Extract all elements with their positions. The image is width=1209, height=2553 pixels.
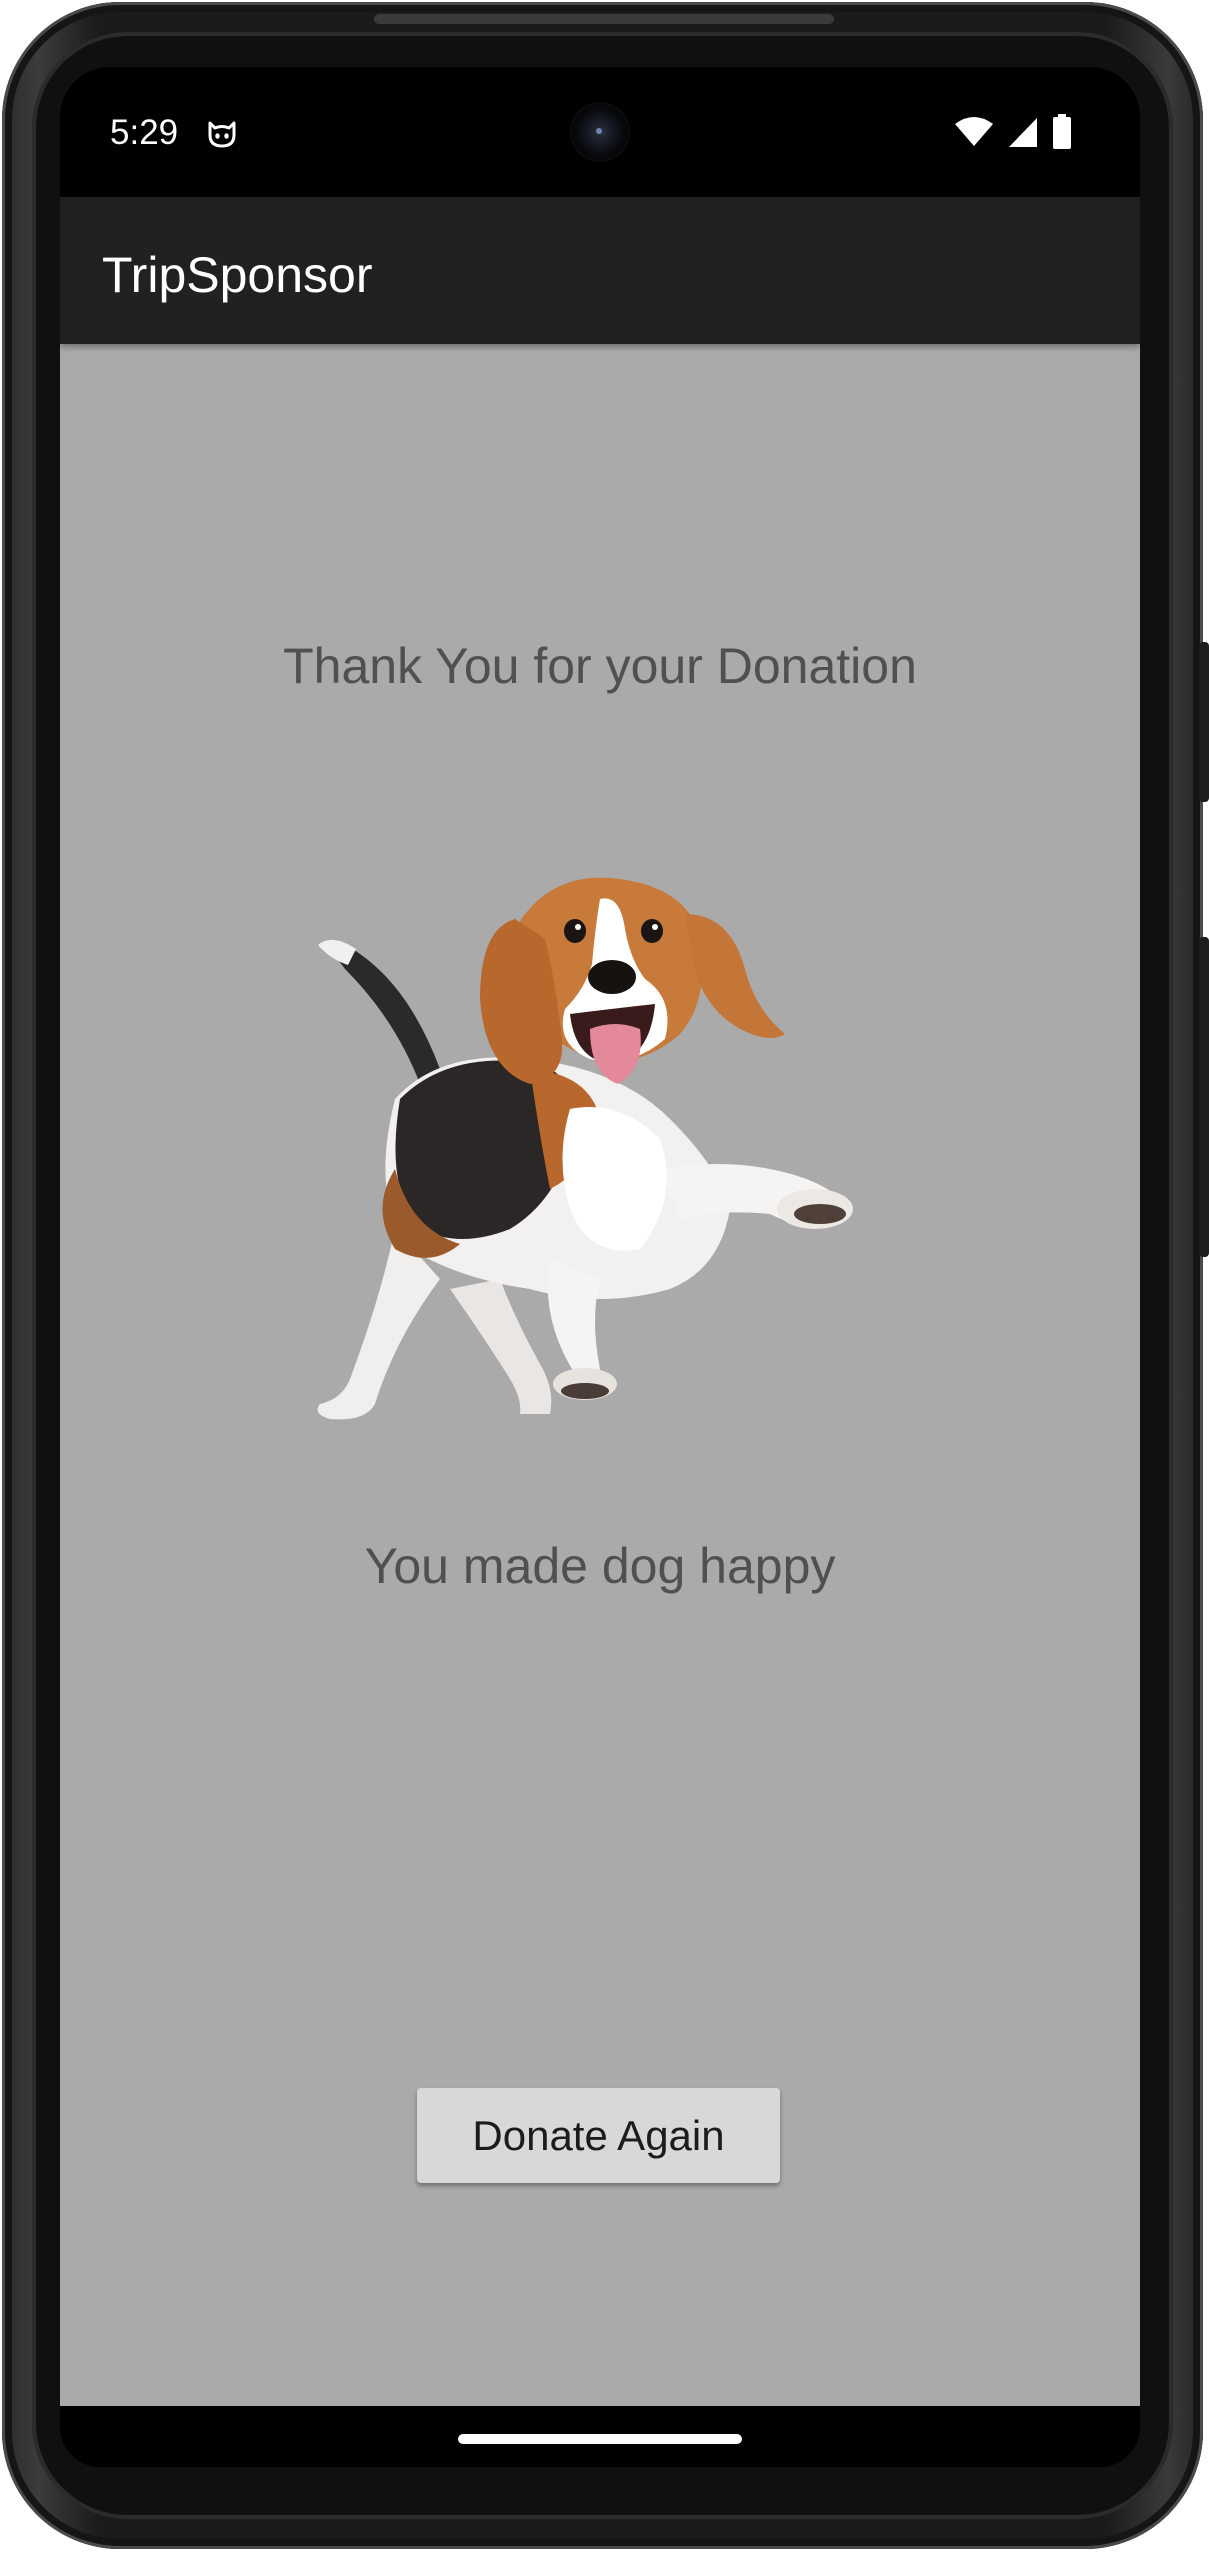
phone-top-slot — [374, 14, 834, 24]
device-screen: 5:29 TripSponsor Thank You for your Dona… — [60, 67, 1140, 2467]
thank-you-heading: Thank You for your Donation — [283, 638, 917, 694]
beagle-dog-image — [317, 877, 853, 1420]
cell-signal-icon — [1009, 118, 1037, 147]
navigation-bar — [60, 2406, 1140, 2467]
donate-again-button[interactable]: Donate Again — [417, 2088, 780, 2183]
thank-you-content: Thank You for your Donation You made dog… — [60, 344, 1140, 2406]
battery-icon — [1053, 114, 1071, 149]
home-indicator[interactable] — [458, 2434, 742, 2444]
status-bar: 5:29 — [60, 67, 1140, 197]
happy-message: You made dog happy — [364, 1538, 836, 1594]
phone-volume-button — [1199, 937, 1209, 1257]
front-camera — [572, 104, 628, 160]
app-bar: TripSponsor — [60, 197, 1140, 344]
wifi-icon — [955, 117, 993, 146]
screenshot-canvas: 5:29 TripSponsor Thank You for your Dona… — [0, 0, 1209, 2553]
status-time: 5:29 — [110, 113, 179, 152]
status-icons — [954, 114, 1072, 150]
phone-power-button — [1199, 642, 1209, 802]
cat-face-icon — [208, 121, 236, 148]
app-title: TripSponsor — [102, 247, 373, 303]
